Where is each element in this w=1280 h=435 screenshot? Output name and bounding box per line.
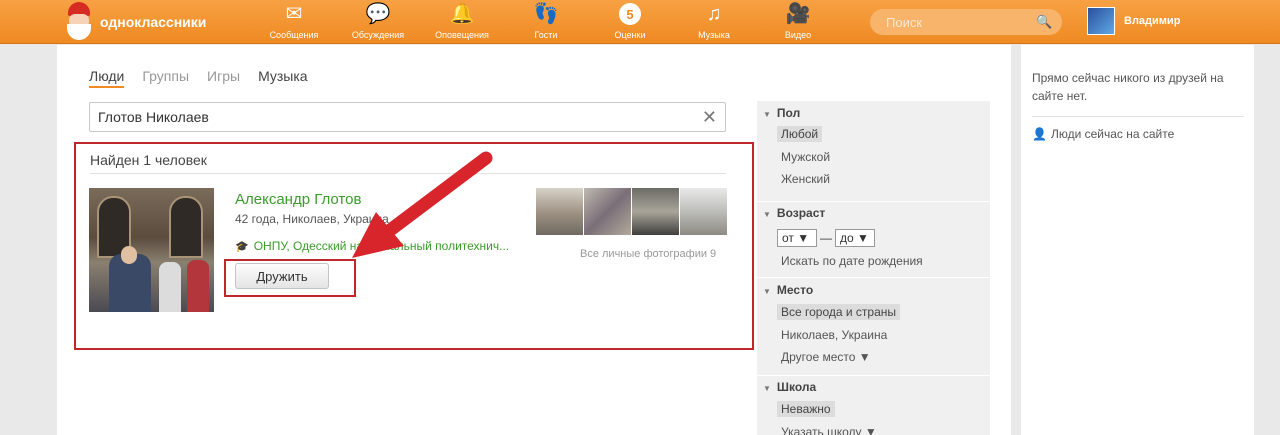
avatar[interactable]: [1087, 7, 1115, 35]
filter-place-nikolaev[interactable]: Николаев, Украина: [777, 327, 891, 343]
top-search-input[interactable]: [886, 14, 1036, 30]
rating-icon: 5: [619, 3, 641, 25]
filter-place-other[interactable]: Другое место ▼: [777, 349, 875, 365]
nav-label: Музыка: [698, 30, 730, 40]
filter-place-header[interactable]: ▼ Место: [763, 283, 813, 297]
logo-text: одноклассники: [100, 14, 207, 30]
filter-gender: ▼ Пол Любой Мужской Женский: [757, 101, 990, 202]
video-camera-icon: 🎥: [785, 3, 811, 25]
filter-place: ▼ Место Все города и страны Николаев, Укр…: [757, 278, 990, 376]
divider: [90, 173, 726, 174]
nav-label: Оценки: [614, 30, 646, 40]
photo-thumbnail[interactable]: [632, 188, 679, 235]
clear-icon[interactable]: ✕: [702, 107, 717, 128]
tab-groups[interactable]: Группы: [142, 68, 189, 88]
filter-school-header[interactable]: ▼ Школа: [763, 380, 816, 394]
age-to-value: до: [840, 231, 854, 245]
user-name[interactable]: Владимир: [1124, 15, 1180, 27]
all-photos-link[interactable]: Все личные фотографии 9: [580, 248, 716, 260]
filter-school: ▼ Школа Неважно Указать школу ▼: [757, 376, 990, 435]
nav-messages[interactable]: ✉ Сообщения: [252, 0, 336, 44]
age-to-select[interactable]: до ▼: [835, 229, 875, 247]
results-count: Найден 1 человек: [90, 152, 207, 168]
filter-age: ▼ Возраст от ▼ — до ▼ Искать по дате рожд…: [757, 202, 990, 278]
people-online-label[interactable]: Люди сейчас на сайте: [1051, 127, 1174, 141]
music-note-icon: ♫: [706, 3, 722, 25]
triangle-down-icon: ▼: [763, 384, 771, 393]
age-from-value: от: [782, 231, 794, 245]
bell-icon: 🔔: [449, 3, 475, 25]
filter-title: Школа: [776, 380, 817, 394]
age-dash: —: [820, 231, 832, 245]
photo-thumbnail[interactable]: [584, 188, 631, 235]
nav-label: Сообщения: [269, 30, 319, 40]
people-online-link[interactable]: 👤 Люди сейчас на сайте: [1032, 127, 1174, 141]
nav-discussions[interactable]: 💬 Обсуждения: [336, 0, 420, 44]
tab-people[interactable]: Люди: [89, 68, 125, 88]
people-search-box[interactable]: ✕: [89, 102, 726, 132]
filter-school-specify[interactable]: Указать школу ▼: [777, 424, 881, 435]
graduation-cap-icon: 🎓: [235, 240, 249, 253]
nav-label: Видео: [784, 30, 812, 40]
tab-games[interactable]: Игры: [207, 68, 240, 88]
person-meta: 42 года, Николаев, Украина: [235, 212, 389, 226]
photo-thumbnail[interactable]: [536, 188, 583, 235]
school-name[interactable]: ОНПУ, Одесский национальный политехнич..…: [254, 239, 509, 253]
nav-ratings[interactable]: 5 Оценки: [588, 0, 672, 44]
filter-gender-any[interactable]: Любой: [777, 126, 823, 142]
person-icon: 👤: [1032, 127, 1047, 141]
filter-title: Место: [776, 283, 814, 297]
nav-guests[interactable]: 👣 Гости: [504, 0, 588, 44]
footprints-icon: 👣: [533, 3, 559, 25]
nav-notifications[interactable]: 🔔 Оповещения: [420, 0, 504, 44]
profile-photo[interactable]: [89, 188, 214, 312]
filters-panel: ▼ Пол Любой Мужской Женский ▼ Возраст от ▼…: [757, 101, 990, 435]
triangle-down-icon: ▼: [763, 210, 771, 219]
filter-place-all[interactable]: Все города и страны: [777, 304, 901, 320]
person-school[interactable]: 🎓 ОНПУ, Одесский национальный политехнич…: [235, 239, 509, 253]
person-name[interactable]: Александр Глотов: [235, 191, 361, 208]
nav-music[interactable]: ♫ Музыка: [672, 0, 756, 44]
nav-label: Гости: [534, 30, 558, 40]
nav-label: Обсуждения: [351, 30, 405, 40]
logo[interactable]: одноклассники: [58, 2, 206, 42]
main-nav: ✉ Сообщения 💬 Обсуждения 🔔 Оповещения 👣 …: [252, 0, 840, 44]
filter-gender-header[interactable]: ▼ Пол: [763, 106, 800, 120]
divider: [1032, 116, 1244, 117]
photo-thumbnail[interactable]: [680, 188, 727, 235]
top-search[interactable]: 🔍: [870, 9, 1062, 35]
nav-video[interactable]: 🎥 Видео: [756, 0, 840, 44]
filter-gender-female[interactable]: Женский: [777, 171, 834, 187]
triangle-down-icon: ▼: [763, 110, 771, 119]
photo-thumbnails: [536, 188, 727, 235]
right-sidebar: Прямо сейчас никого из друзей на сайте н…: [1021, 45, 1254, 435]
birth-date-link[interactable]: Искать по дате рождения: [777, 253, 927, 269]
filter-school-any[interactable]: Неважно: [777, 401, 835, 417]
search-icon[interactable]: 🔍: [1036, 14, 1052, 30]
filter-title: Возраст: [776, 206, 826, 220]
top-bar: одноклассники ✉ Сообщения 💬 Обсуждения 🔔…: [0, 0, 1280, 44]
tab-music[interactable]: Музыка: [258, 68, 308, 88]
user-menu[interactable]: Владимир: [1087, 7, 1180, 35]
highlight-box: [224, 259, 356, 297]
filter-title: Пол: [776, 106, 801, 120]
filter-age-header[interactable]: ▼ Возраст: [763, 206, 825, 220]
age-from-select[interactable]: от ▼: [777, 229, 817, 247]
nav-label: Оповещения: [435, 30, 489, 40]
envelope-icon: ✉: [285, 3, 303, 25]
triangle-down-icon: ▼: [763, 287, 771, 296]
search-result-card: Найден 1 человек Александр Глотов 42 год…: [74, 142, 754, 350]
people-search-input[interactable]: [98, 109, 702, 125]
chat-bubbles-icon: 💬: [365, 3, 391, 25]
santa-logo-icon: [58, 2, 98, 42]
search-tabs: Люди Группы Игры Музыка: [89, 68, 308, 88]
filter-gender-male[interactable]: Мужской: [777, 149, 834, 165]
online-friends-text: Прямо сейчас никого из друзей на сайте н…: [1032, 71, 1224, 103]
